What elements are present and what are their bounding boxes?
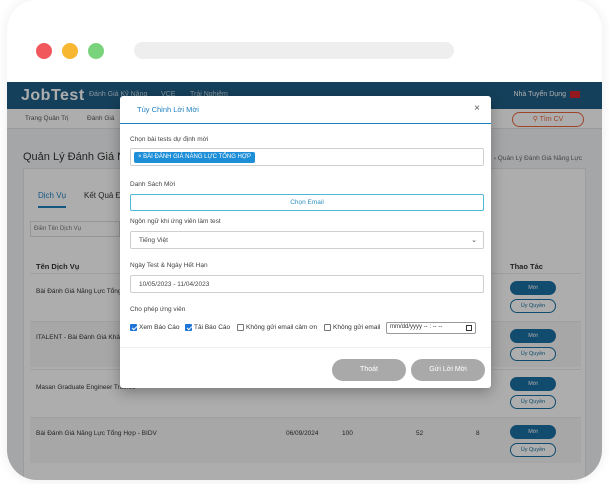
checkbox-view-report[interactable] (130, 324, 137, 331)
option-download-report-label: Tải Báo Cáo (194, 324, 231, 331)
maximize-window-dot[interactable] (88, 43, 104, 59)
schedule-datetime-input[interactable]: mm/dd/yyyy -- : -- -- (386, 322, 476, 334)
date-range-value: 10/05/2023 - 11/04/2023 (139, 281, 210, 288)
option-view-report-label: Xem Báo Cáo (139, 324, 180, 331)
close-window-dot[interactable] (36, 43, 52, 59)
checkbox-download-report[interactable] (185, 324, 192, 331)
minimize-window-dot[interactable] (62, 43, 78, 59)
choose-email-button[interactable]: Chọn Email (130, 194, 484, 211)
option-no-email[interactable]: Không gửi email (324, 324, 380, 331)
allow-label: Cho phép ứng viên (130, 306, 186, 313)
browser-window: JobTest Đánh Giá Kỹ Năng VCE Trải Nghiệm… (7, 0, 602, 480)
checkbox-no-thanks-email[interactable] (237, 324, 244, 331)
tests-multiselect[interactable]: × BÀI ĐÁNH GIÁ NĂNG LỰC TỔNG HỢP (130, 148, 484, 166)
option-no-email-label: Không gửi email (333, 324, 381, 331)
invite-list-label: Danh Sách Mời (130, 181, 176, 188)
chevron-down-icon: ⌄ (471, 237, 477, 244)
modal-header: Tùy Chỉnh Lời Mời × (120, 96, 491, 124)
option-download-report[interactable]: Tải Báo Cáo (185, 324, 230, 331)
language-label: Ngôn ngữ khi ứng viên làm test (130, 218, 221, 225)
option-view-report[interactable]: Xem Báo Cáo (130, 324, 179, 331)
send-invite-button[interactable]: Gửi Lời Mời (411, 359, 485, 381)
datetime-placeholder: mm/dd/yyyy -- : -- -- (390, 324, 443, 330)
tests-label: Chọn bài tests dự định mời (130, 136, 209, 143)
exit-button[interactable]: Thoát (332, 359, 406, 381)
invite-settings-modal: Tùy Chỉnh Lời Mời × Chọn bài tests dự đị… (120, 96, 491, 388)
selected-test-tag[interactable]: × BÀI ĐÁNH GIÁ NĂNG LỰC TỔNG HỢP (134, 152, 256, 163)
language-value: Tiếng Việt (139, 237, 168, 244)
address-bar[interactable] (134, 42, 454, 59)
modal-title: Tùy Chỉnh Lời Mời (137, 105, 199, 114)
app-area: JobTest Đánh Giá Kỹ Năng VCE Trải Nghiệm… (7, 82, 602, 480)
language-select[interactable]: Tiếng Việt ⌄ (130, 231, 484, 249)
calendar-icon[interactable] (466, 325, 472, 331)
close-icon[interactable]: × (474, 103, 480, 114)
date-range-input[interactable]: 10/05/2023 - 11/04/2023 (130, 275, 484, 293)
browser-chrome (7, 0, 602, 82)
footer-divider (120, 347, 491, 348)
option-no-thanks-email-label: Không gửi email cảm ơn (246, 324, 318, 331)
date-range-label: Ngày Test & Ngày Hết Hạn (130, 262, 208, 269)
option-no-thanks-email[interactable]: Không gửi email cảm ơn (237, 324, 317, 331)
checkbox-no-email[interactable] (324, 324, 331, 331)
